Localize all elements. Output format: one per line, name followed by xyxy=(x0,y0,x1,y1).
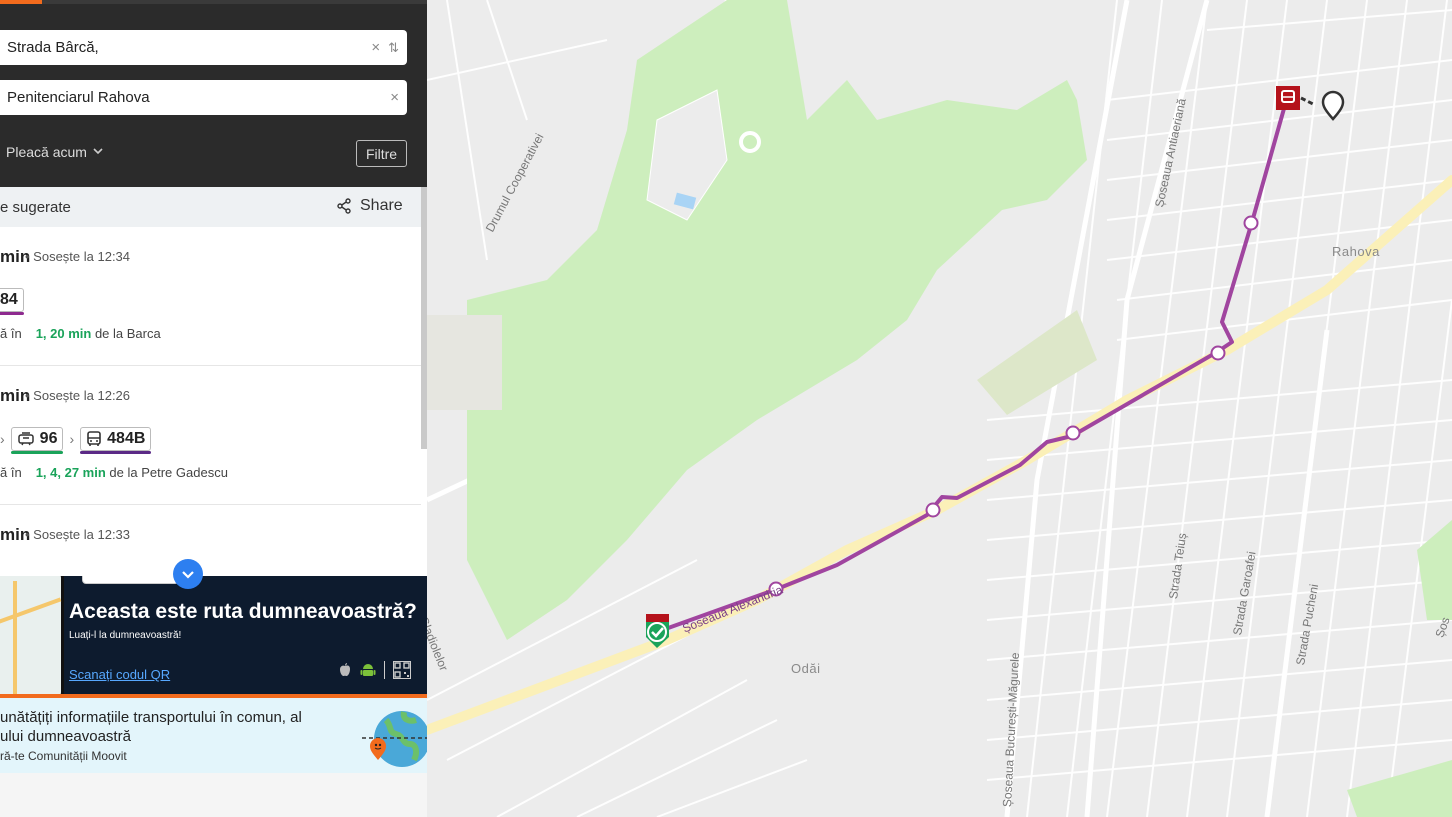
next-times: 1, 4, 27 min xyxy=(35,465,106,480)
apple-icon[interactable] xyxy=(338,662,352,678)
map-view[interactable]: Drumul Cooperativei Șoseaua Antiaeriană … xyxy=(427,0,1452,817)
origin-input[interactable]: Strada Bârcă, × ⇅ xyxy=(0,30,407,65)
promo-subtitle: Luați-l la dumneavoastră! xyxy=(69,630,182,641)
next-departures: ă în 1, 4, 27 min de la Petre Gadescu xyxy=(0,465,228,480)
line-chip: 84 xyxy=(0,288,24,315)
directions-panel: Strada Bârcă, × ⇅ Penitenciarul Rahova ×… xyxy=(0,0,427,817)
route-option-1[interactable]: min • Sosește la 12:34 84 ă în 1, 20 min… xyxy=(0,227,421,366)
route-stop xyxy=(1210,345,1226,361)
scan-qr-link[interactable]: Scanați codul QR xyxy=(69,667,170,682)
route-stop xyxy=(1243,215,1259,231)
route-arrival: • Sosește la 12:26 xyxy=(25,388,131,403)
globe-illustration-icon xyxy=(362,711,427,767)
store-icons xyxy=(338,661,411,679)
next-from: de la Petre Gadescu xyxy=(109,465,228,480)
share-label: Share xyxy=(360,197,403,214)
line-label: 484B xyxy=(107,430,146,447)
depart-label: Pleacă acum xyxy=(6,144,87,160)
destination-value[interactable]: Penitenciarul Rahova xyxy=(7,89,390,106)
map-label-odai: Odăi xyxy=(791,661,821,676)
share-icon xyxy=(337,198,351,214)
next-prefix: ă în xyxy=(0,465,22,480)
search-header: Strada Bârcă, × ⇅ Penitenciarul Rahova ×… xyxy=(0,0,427,187)
community-line-2: ului dumneavoastră xyxy=(0,728,131,745)
route-option-2[interactable]: min • Sosește la 12:26 › 96 › 484B ă în … xyxy=(0,366,421,505)
community-line-3: ră-te Comunității Moovit xyxy=(0,749,127,763)
chevron-down-icon xyxy=(182,570,194,579)
route-stop xyxy=(1065,425,1081,441)
line-label: 96 xyxy=(39,430,58,447)
route-arrival: • Sosește la 12:34 xyxy=(25,249,131,264)
header-accent xyxy=(0,0,42,4)
clear-destination-icon[interactable]: × xyxy=(390,89,399,106)
header-strip xyxy=(42,0,427,4)
community-line-1: unătățiți informațiile transportului în … xyxy=(0,709,302,726)
card-illustration xyxy=(82,576,179,584)
origin-value[interactable]: Strada Bârcă, xyxy=(7,39,371,56)
line-color-bar xyxy=(80,451,152,454)
line-label: 84 xyxy=(0,291,18,308)
chevron-down-icon xyxy=(93,147,103,158)
next-prefix: ă în xyxy=(0,326,22,341)
line-chip: 484B xyxy=(80,427,152,454)
leg-separator-icon: › xyxy=(69,431,75,447)
promo-title: Aceasta este ruta dumneavoastră? xyxy=(69,600,417,623)
next-departures: ă în 1, 20 min de la Barca xyxy=(0,326,161,341)
leg-separator-icon: › xyxy=(0,431,5,447)
panel-footer xyxy=(0,773,427,817)
line-color-bar xyxy=(0,312,24,315)
clear-origin-icon[interactable]: × xyxy=(371,39,380,56)
tram-icon xyxy=(17,432,34,446)
next-times: 1, 20 min xyxy=(35,326,92,341)
phone-illustration xyxy=(0,576,64,694)
divider xyxy=(384,661,385,679)
android-icon[interactable] xyxy=(360,662,376,678)
map-label-rahova: Rahova xyxy=(1332,244,1380,259)
suggested-routes-bar: e sugerate Share xyxy=(0,187,427,227)
line-color-bar xyxy=(10,451,64,454)
collapse-banner-button[interactable] xyxy=(173,559,203,589)
suggested-title: e sugerate xyxy=(0,199,71,216)
map-canvas[interactable] xyxy=(427,0,1452,817)
route-arrival: • Sosește la 12:33 xyxy=(25,527,131,542)
bus-icon xyxy=(87,431,101,446)
qr-code-icon[interactable] xyxy=(393,661,411,679)
filters-button[interactable]: Filtre xyxy=(356,140,407,167)
depart-time-dropdown[interactable]: Pleacă acum xyxy=(6,144,103,160)
next-from: de la Barca xyxy=(94,326,161,341)
app-promo-banner: Aceasta este ruta dumneavoastră? Luați-l… xyxy=(0,576,427,694)
line-chip: 96 xyxy=(10,427,64,454)
share-button[interactable]: Share xyxy=(336,197,403,215)
route-legs: › 96 › 484B xyxy=(0,427,152,454)
route-legs: 84 xyxy=(0,288,24,315)
scrollbar-thumb[interactable] xyxy=(421,187,427,449)
destination-input[interactable]: Penitenciarul Rahova × xyxy=(0,80,407,115)
community-banner[interactable]: unătățiți informațiile transportului în … xyxy=(0,698,427,773)
swap-icon[interactable]: ⇅ xyxy=(388,40,399,56)
route-stop xyxy=(925,502,941,518)
